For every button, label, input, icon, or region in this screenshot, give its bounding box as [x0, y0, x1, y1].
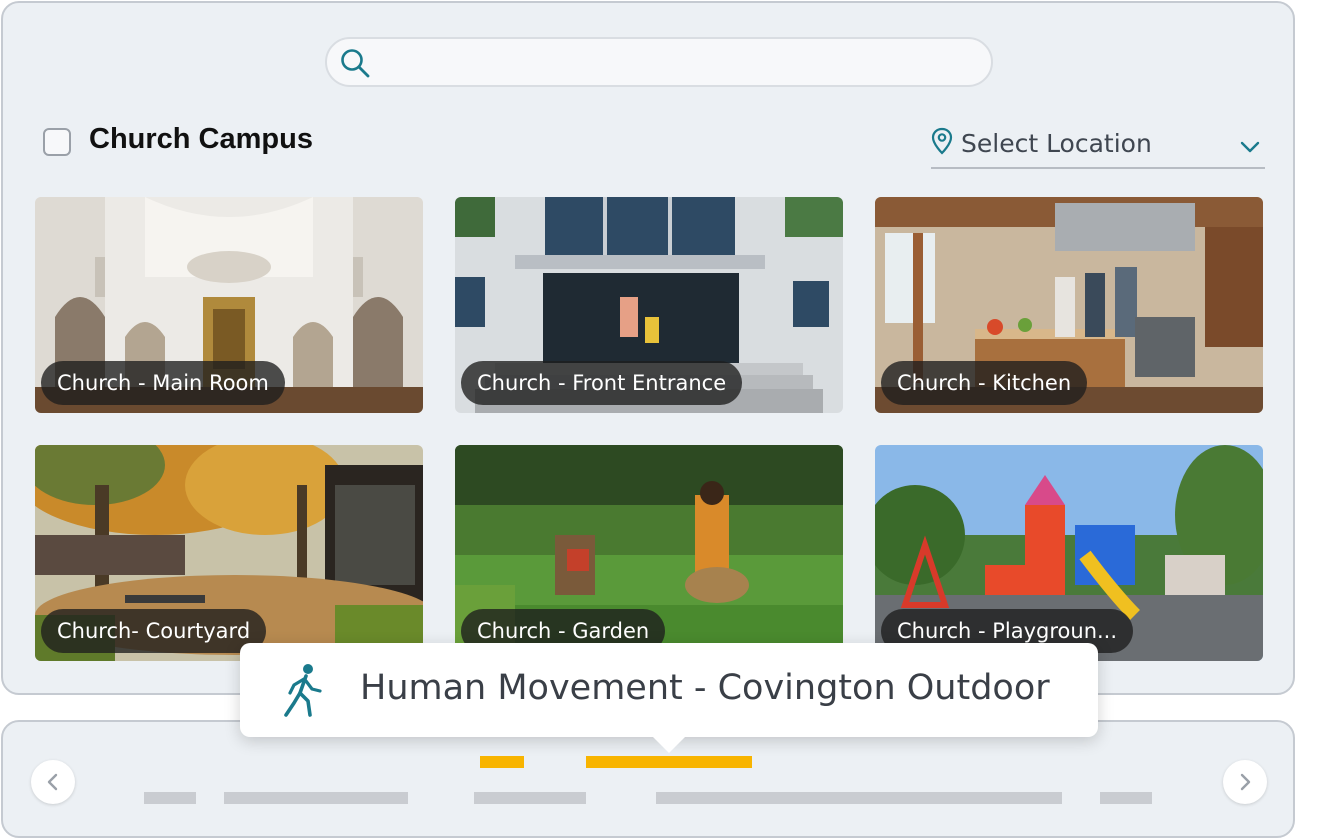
campus-checkbox[interactable]	[43, 128, 71, 156]
event-tooltip: Human Movement - Covington Outdoor	[240, 643, 1098, 753]
timeline-prev-button[interactable]	[31, 760, 75, 804]
camera-card-front-entrance[interactable]: Church - Front Entrance	[455, 197, 843, 413]
camera-card-playground[interactable]: Church - Playgroun...	[875, 445, 1263, 661]
tooltip-text: Human Movement - Covington Outdoor	[360, 668, 1050, 708]
timeline-next-button[interactable]	[1223, 760, 1267, 804]
chevron-down-icon	[1240, 141, 1260, 153]
chevron-right-icon	[1240, 773, 1251, 791]
timeline-segment[interactable]	[224, 792, 408, 804]
timeline-event-marker[interactable]	[586, 756, 752, 768]
timeline-segment[interactable]	[474, 792, 586, 804]
campus-title: Church Campus	[89, 123, 313, 155]
timeline-segment[interactable]	[656, 792, 1062, 804]
camera-browser-panel: Church Campus Select Location Church - M…	[1, 1, 1295, 695]
location-pin-icon	[931, 127, 953, 155]
camera-card-kitchen[interactable]: Church - Kitchen	[875, 197, 1263, 413]
card-label: Church - Front Entrance	[461, 361, 743, 405]
card-label: Church - Main Room	[41, 361, 285, 405]
walking-person-icon	[284, 664, 322, 717]
search-icon	[341, 49, 370, 78]
location-dropdown[interactable]: Select Location	[931, 125, 1265, 169]
camera-card-main-room[interactable]: Church - Main Room	[35, 197, 423, 413]
timeline-segment[interactable]	[144, 792, 196, 804]
camera-card-courtyard[interactable]: Church- Courtyard	[35, 445, 423, 661]
search-bar[interactable]	[325, 37, 993, 87]
timeline-panel	[1, 720, 1295, 838]
card-label: Church - Kitchen	[881, 361, 1088, 405]
search-input[interactable]	[383, 45, 971, 79]
timeline-event-marker[interactable]	[480, 756, 524, 768]
location-placeholder: Select Location	[961, 129, 1152, 158]
timeline-segment[interactable]	[1100, 792, 1152, 804]
tooltip-arrow	[652, 736, 686, 753]
camera-card-garden[interactable]: Church - Garden	[455, 445, 843, 661]
card-label: Church- Courtyard	[41, 609, 267, 653]
chevron-left-icon	[47, 773, 58, 791]
